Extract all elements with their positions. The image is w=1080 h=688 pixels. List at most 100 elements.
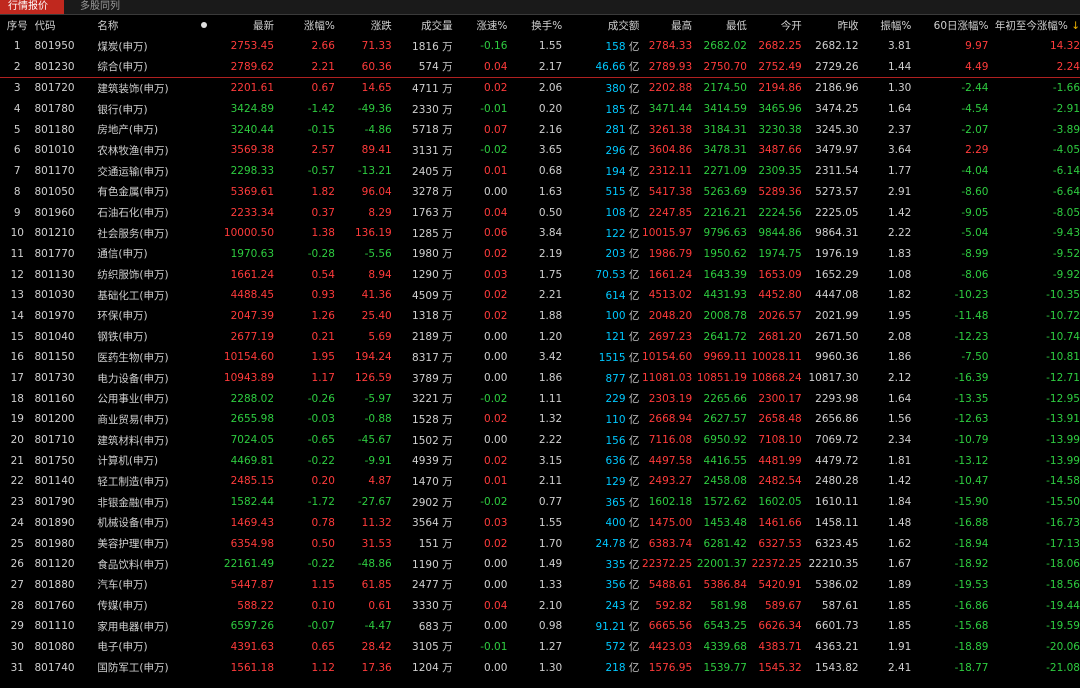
cell-60day-change-value: -13.35 (954, 392, 989, 405)
table-row[interactable]: 6 801010 农林牧渔(申万) 3569.38 2.57 89.41 3131 万 -0.… (0, 140, 1080, 161)
col-high[interactable]: 最高 (639, 15, 692, 36)
table-row[interactable]: 18 801160 公用事业(申万) 2288.02 -0.26 -5.97 3221 万-… (0, 388, 1080, 409)
col-60day-change[interactable]: 60日涨幅% (911, 15, 989, 36)
cell-volume: 151 万 (392, 533, 453, 554)
cell-high-value: 2493.27 (648, 475, 693, 488)
column-settings-dot-icon[interactable] (197, 15, 211, 36)
table-row[interactable]: 14 801970 环保(申万) 2047.39 1.26 25.40 1318 万 0.02… (0, 306, 1080, 327)
cell-amount: 121 亿 (562, 326, 639, 347)
table-row[interactable]: 17 801730 电力设备(申万) 10943.89 1.17 126.59 3789 万… (0, 368, 1080, 389)
cell-open-value: 1461.66 (758, 516, 802, 529)
cell-amplitude: 1.42 (859, 471, 911, 492)
table-row[interactable]: 15 801040 钢铁(申万) 2677.19 0.21 5.69 2189 万 0.00 1… (0, 326, 1080, 347)
col-change[interactable]: 涨跌 (335, 15, 392, 36)
table-row[interactable]: 5 801180 房地产(申万) 3240.44 -0.15 -4.86 5718 万 0.0… (0, 119, 1080, 140)
cell-open: 3465.96 (747, 99, 801, 120)
table-row[interactable]: 7 801170 交通运输(申万) 2298.33 -0.57 -13.21 2405 万0… (0, 161, 1080, 182)
table-row[interactable]: 27 801880 汽车(申万) 5447.87 1.15 61.85 2477 万 0.00… (0, 575, 1080, 596)
table-row[interactable]: 28 801760 传媒(申万) 588.22 0.10 0.61 3330 万 0.04 2.… (0, 595, 1080, 616)
cell-seq: 17 (0, 368, 35, 389)
table-row[interactable]: 31 801740 国防军工(申万) 1561.18 1.12 17.36 1204 万 0.… (0, 657, 1080, 678)
cell-open-value: 6327.53 (758, 537, 802, 550)
cell-60day-change-value: -8.99 (961, 247, 989, 260)
unit-label: 万 (442, 413, 453, 426)
cell-volume-value: 1285 (412, 227, 439, 240)
cell-turnover-value: 2.17 (538, 60, 563, 73)
table-row[interactable]: 10 801210 社会服务(申万) 10000.50 1.38 136.19 1285 万… (0, 223, 1080, 244)
cell-amount: 108 亿 (562, 202, 639, 223)
cell-60day-change: -7.50 (911, 347, 988, 368)
cell-change-pct-value: 2.66 (311, 40, 335, 53)
col-amplitude[interactable]: 振幅% (859, 15, 911, 36)
table-row[interactable]: 26 801120 食品饮料(申万) 22161.49 -0.22 -48.86 1190 … (0, 554, 1080, 575)
table-row[interactable]: 4 801780 银行(申万) 3424.89 -1.42 -49.36 2330 万 -0.… (0, 99, 1080, 120)
cell-prev-close-value: 4447.08 (815, 289, 859, 302)
table-row[interactable]: 22 801140 轻工制造(申万) 2485.15 0.20 4.87 1470 万 0.0… (0, 471, 1080, 492)
table-row[interactable]: 1 801950 煤炭(申万) 2753.45 2.66 71.33 1816 万 -0.16… (0, 36, 1080, 57)
tab-quotes[interactable]: 行情报价 (0, 0, 64, 14)
col-amount[interactable]: 成交额 (562, 15, 640, 36)
cell-code: 801770 (35, 244, 98, 265)
table-row[interactable]: 11 801770 通信(申万) 1970.63 -0.28 -5.56 1980 万 0.0… (0, 244, 1080, 265)
cell-open: 2224.56 (747, 202, 801, 223)
cell-seq: 10 (0, 223, 35, 244)
cell-open-value: 2682.25 (758, 40, 802, 53)
cell-open: 5420.91 (747, 575, 801, 596)
unit-label: 亿 (628, 662, 640, 675)
col-code[interactable]: 代码 (35, 15, 98, 36)
col-open[interactable]: 今开 (747, 15, 802, 36)
table-row[interactable]: 12 801130 纺织服饰(申万) 1661.24 0.54 8.94 1290 万 0.0… (0, 264, 1080, 285)
cell-high-value: 6383.74 (648, 537, 693, 550)
table-row[interactable]: 23 801790 非银金融(申万) 1582.44 -1.72 -27.67 2902 万… (0, 492, 1080, 513)
cell-open-value: 4383.71 (758, 640, 802, 653)
cell-60day-change: -16.88 (911, 513, 989, 534)
cell-60day-change-value: 4.49 (965, 60, 989, 73)
cell-high: 6383.74 (639, 533, 692, 554)
table-row[interactable]: 13 801030 基础化工(申万) 4488.45 0.93 41.36 4509 万 0.… (0, 285, 1080, 306)
table-row[interactable]: 30 801080 电子(申万) 4391.63 0.65 28.42 3105 万 -0.0… (0, 637, 1080, 658)
table-row[interactable]: 29 801110 家用电器(申万) 6597.26 -0.07 -4.47 683 万 0.… (0, 616, 1080, 637)
col-change-pct[interactable]: 涨幅% (274, 15, 335, 36)
table-row[interactable]: 19 801200 商业贸易(申万) 2655.98 -0.03 -0.88 1528 万0… (0, 409, 1080, 430)
cell-seq: 1 (0, 36, 35, 57)
cell-volume-value: 4509 (412, 289, 439, 302)
cell-prev-close-value: 2293.98 (815, 392, 859, 405)
col-ytd-change[interactable]: 年初至今涨幅% ↓ (988, 15, 1080, 36)
col-ytd-label: 年初至今涨幅% (994, 19, 1068, 32)
col-latest[interactable]: 最新 (211, 15, 274, 36)
table-row[interactable]: 8 801050 有色金属(申万) 5369.61 1.82 96.04 3278 万 0.0… (0, 182, 1080, 203)
cell-low: 4431.93 (692, 285, 747, 306)
cell-turnover-value: 1.70 (538, 537, 563, 550)
cell-low-value: 2750.70 (703, 60, 747, 73)
col-seq[interactable]: 序号 (0, 15, 35, 36)
cell-volume: 1285 万 (392, 223, 453, 244)
col-low[interactable]: 最低 (692, 15, 747, 36)
table-row[interactable]: 24 801890 机械设备(申万) 1469.43 0.78 11.32 3564 万 0.… (0, 513, 1080, 534)
cell-seq: 19 (0, 409, 35, 430)
cell-change-pct-value: -1.72 (307, 496, 335, 509)
table-row[interactable]: 16 801150 医药生物(申万) 10154.60 1.95 194.24 8317 万… (0, 347, 1080, 368)
cell-code: 801970 (35, 306, 98, 327)
cell-high: 2048.20 (639, 306, 692, 327)
cell-open-value: 9844.86 (758, 227, 802, 240)
cell-volume-value: 1980 (412, 248, 439, 261)
tab-multi-stock[interactable]: 多股同列 (72, 0, 128, 14)
cell-latest-value: 10154.60 (223, 351, 275, 364)
table-row[interactable]: 2 801230 综合(申万) 2789.62 2.21 60.36 574 万 0.04 2.… (0, 56, 1080, 79)
cell-seq-value: 3 (13, 82, 21, 95)
col-volume[interactable]: 成交量 (392, 15, 453, 36)
unit-label: 亿 (628, 558, 640, 571)
col-name[interactable]: 名称 (97, 15, 196, 36)
unit-label: 万 (442, 165, 453, 178)
table-row[interactable]: 21 801750 计算机(申万) 4469.81 -0.22 -9.91 4939 万 0.… (0, 450, 1080, 471)
table-row[interactable]: 20 801710 建筑材料(申万) 7024.05 -0.65 -45.67 1502 万… (0, 430, 1080, 451)
cell-spacer (197, 575, 211, 596)
cell-name: 汽车(申万) (97, 575, 196, 596)
table-row[interactable]: 25 801980 美容护理(申万) 6354.98 0.50 31.53 151 万 0.0… (0, 533, 1080, 554)
col-turnover[interactable]: 换手% (507, 15, 562, 36)
cell-seq: 11 (0, 244, 35, 265)
col-speed[interactable]: 涨速% (453, 15, 507, 36)
table-row[interactable]: 3 801720 建筑装饰(申万) 2201.61 0.67 14.65 4711 万 0.0… (0, 78, 1080, 99)
table-row[interactable]: 9 801960 石油石化(申万) 2233.34 0.37 8.29 1763 万 0.04… (0, 202, 1080, 223)
col-prev-close[interactable]: 昨收 (802, 15, 859, 36)
